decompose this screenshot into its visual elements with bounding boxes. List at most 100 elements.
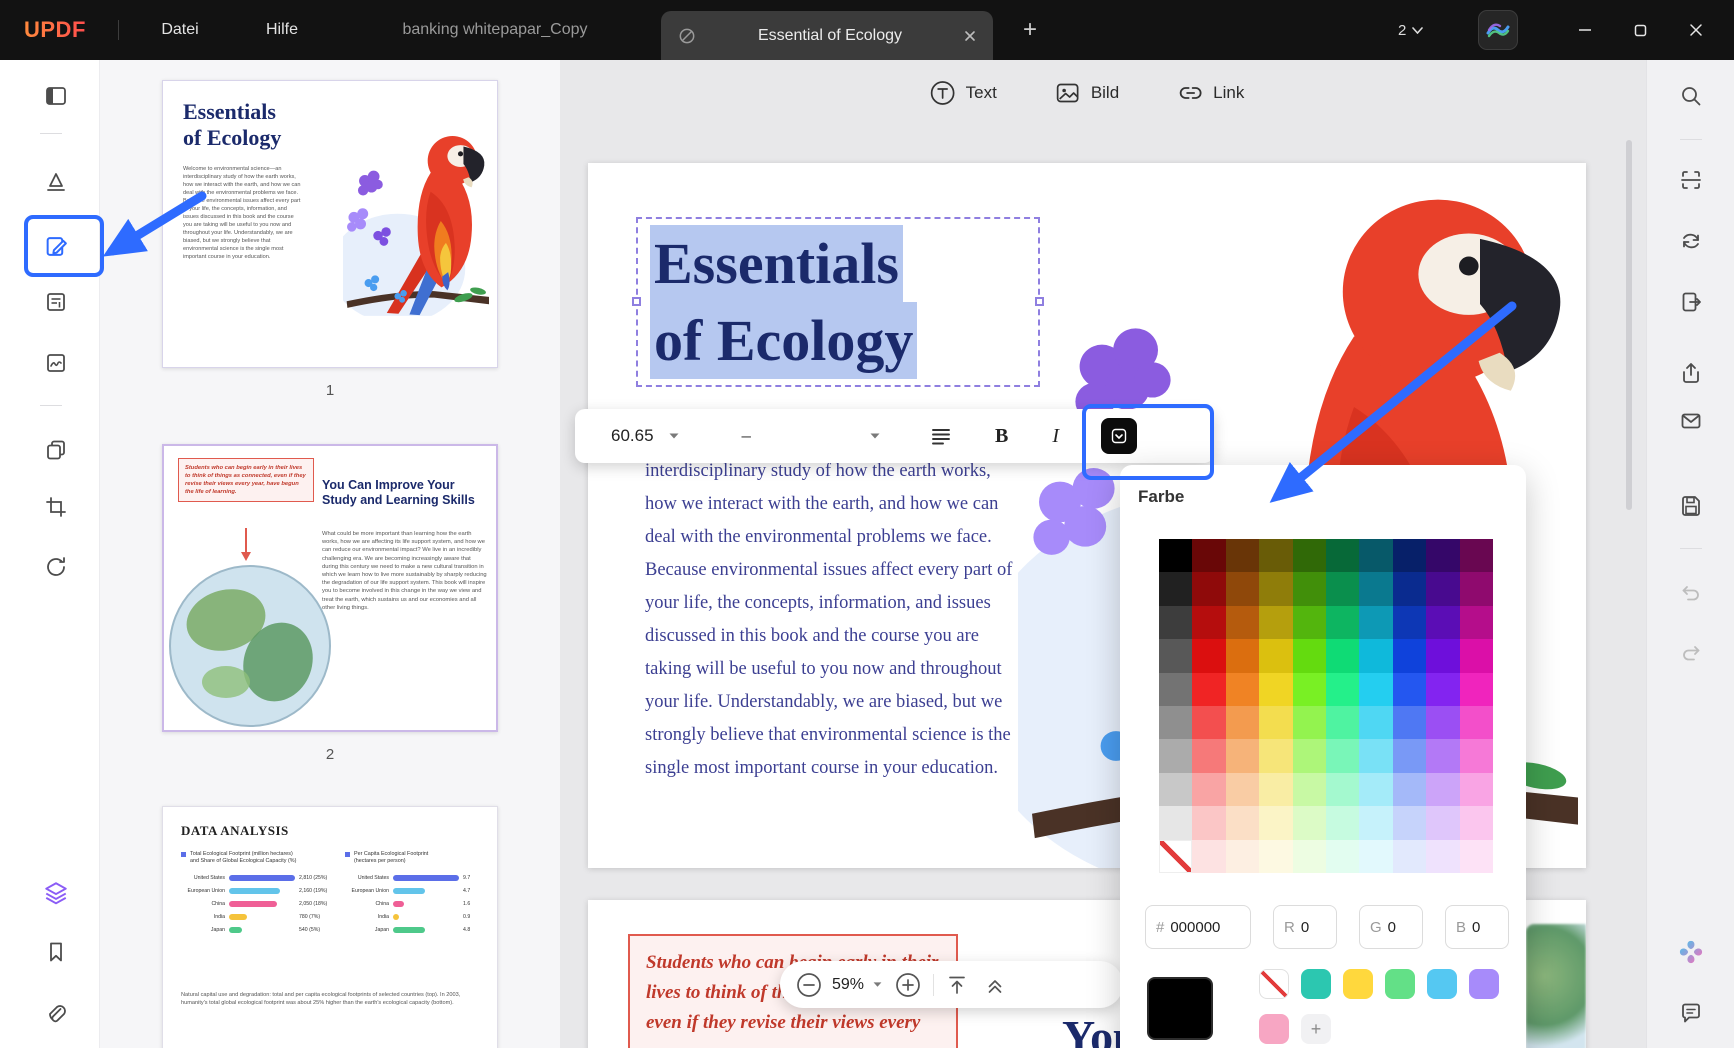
palette-cell[interactable]: [1259, 706, 1292, 739]
palette-cell[interactable]: [1192, 773, 1225, 806]
palette-cell[interactable]: [1359, 572, 1392, 605]
palette-cell[interactable]: [1426, 840, 1459, 873]
preset-color-swatch[interactable]: [1259, 1014, 1289, 1044]
palette-cell[interactable]: [1159, 773, 1192, 806]
palette-cell[interactable]: [1293, 773, 1326, 806]
palette-cell[interactable]: [1426, 639, 1459, 672]
blue-input[interactable]: B 0: [1445, 905, 1509, 949]
close-window-button[interactable]: [1674, 14, 1718, 46]
palette-cell[interactable]: [1226, 572, 1259, 605]
palette-cell[interactable]: [1259, 806, 1292, 839]
palette-cell[interactable]: [1159, 806, 1192, 839]
palette-cell[interactable]: [1259, 739, 1292, 772]
palette-cell[interactable]: [1460, 706, 1493, 739]
palette-cell[interactable]: [1460, 840, 1493, 873]
palette-cell[interactable]: [1460, 673, 1493, 706]
italic-button[interactable]: I: [1052, 425, 1059, 448]
bold-button[interactable]: B: [995, 425, 1008, 448]
tab-essential-of-ecology[interactable]: Essential of Ecology: [661, 11, 993, 60]
palette-cell[interactable]: [1393, 572, 1426, 605]
page-thumbnail-1[interactable]: Essentials of Ecology Welcome to environ…: [162, 80, 498, 368]
palette-cell[interactable]: [1393, 806, 1426, 839]
add-text-button[interactable]: Text: [930, 80, 997, 106]
ocr-button[interactable]: [1671, 160, 1711, 200]
palette-cell[interactable]: [1226, 706, 1259, 739]
palette-cell[interactable]: [1393, 739, 1426, 772]
font-size-dropdown-icon[interactable]: [668, 432, 680, 440]
palette-cell[interactable]: [1259, 673, 1292, 706]
palette-cell[interactable]: [1226, 539, 1259, 572]
palette-cell[interactable]: [1460, 539, 1493, 572]
palette-cell[interactable]: [1293, 572, 1326, 605]
maximize-button[interactable]: [1618, 14, 1662, 46]
palette-cell[interactable]: [1293, 739, 1326, 772]
save-button[interactable]: [1671, 485, 1711, 525]
palette-cell[interactable]: [1159, 606, 1192, 639]
search-button[interactable]: [1671, 76, 1711, 116]
view-mode-button[interactable]: [36, 76, 76, 116]
preset-color-swatch[interactable]: [1343, 969, 1373, 999]
palette-cell[interactable]: [1426, 706, 1459, 739]
palette-cell[interactable]: [1326, 806, 1359, 839]
zoom-in-icon[interactable]: [895, 972, 921, 998]
palette-cell[interactable]: [1393, 539, 1426, 572]
font-family-dropdown-icon[interactable]: [869, 432, 881, 440]
palette-cell[interactable]: [1393, 606, 1426, 639]
selected-heading-textbox[interactable]: Essentials of Ecology: [636, 217, 1040, 387]
palette-cell[interactable]: [1192, 639, 1225, 672]
palette-cell[interactable]: [1159, 572, 1192, 605]
palette-cell[interactable]: [1226, 606, 1259, 639]
no-color-swatch[interactable]: [1259, 969, 1289, 999]
palette-cell[interactable]: [1226, 806, 1259, 839]
feedback-button[interactable]: [1671, 993, 1711, 1033]
resize-handle-right[interactable]: [1035, 297, 1044, 306]
palette-cell[interactable]: [1192, 572, 1225, 605]
palette-cell[interactable]: [1393, 639, 1426, 672]
crop-tool-button[interactable]: [36, 487, 76, 527]
green-input[interactable]: G 0: [1359, 905, 1423, 949]
palette-cell[interactable]: [1259, 639, 1292, 672]
palette-cell[interactable]: [1192, 539, 1225, 572]
palette-cell[interactable]: [1359, 539, 1392, 572]
export-page-button[interactable]: [1671, 282, 1711, 322]
palette-cell[interactable]: [1460, 739, 1493, 772]
palette-cell[interactable]: [1359, 773, 1392, 806]
add-link-button[interactable]: Link: [1177, 80, 1244, 106]
palette-cell[interactable]: [1192, 840, 1225, 873]
organize-pages-button[interactable]: [36, 430, 76, 470]
thumbnail-panel-toggle[interactable]: [36, 873, 76, 913]
palette-cell[interactable]: [1192, 806, 1225, 839]
tab-close-icon[interactable]: [963, 29, 977, 43]
undo-button[interactable]: [1671, 573, 1711, 613]
palette-cell[interactable]: [1159, 739, 1192, 772]
palette-cell[interactable]: [1293, 673, 1326, 706]
font-size-value[interactable]: 60.65: [611, 426, 654, 446]
preset-color-swatch[interactable]: [1427, 969, 1457, 999]
palette-cell[interactable]: [1159, 539, 1192, 572]
palette-cell[interactable]: [1192, 606, 1225, 639]
page-thumbnail-2[interactable]: Students who can begin early in their li…: [162, 444, 498, 732]
font-family-value[interactable]: –: [742, 426, 751, 446]
palette-cell[interactable]: [1326, 606, 1359, 639]
palette-cell[interactable]: [1359, 706, 1392, 739]
sign-tool-button[interactable]: [36, 343, 76, 383]
bookmarks-button[interactable]: [36, 932, 76, 972]
page-thumbnail-3[interactable]: DATA ANALYSIS Total Ecological Footprint…: [162, 806, 498, 1048]
palette-cell[interactable]: [1426, 806, 1459, 839]
palette-cell[interactable]: [1192, 673, 1225, 706]
palette-cell[interactable]: [1393, 673, 1426, 706]
share-button[interactable]: [1671, 353, 1711, 393]
palette-cell[interactable]: [1293, 606, 1326, 639]
palette-cell[interactable]: [1159, 706, 1192, 739]
palette-cell[interactable]: [1460, 606, 1493, 639]
edit-pdf-button[interactable]: [36, 226, 76, 266]
palette-cell[interactable]: [1326, 840, 1359, 873]
palette-cell[interactable]: [1426, 539, 1459, 572]
palette-cell[interactable]: [1393, 706, 1426, 739]
vertical-scrollbar[interactable]: [1626, 140, 1632, 510]
palette-cell[interactable]: [1259, 773, 1292, 806]
palette-cell[interactable]: [1326, 572, 1359, 605]
attachments-button[interactable]: [36, 994, 76, 1034]
palette-cell[interactable]: [1192, 706, 1225, 739]
minimize-button[interactable]: [1563, 14, 1607, 46]
